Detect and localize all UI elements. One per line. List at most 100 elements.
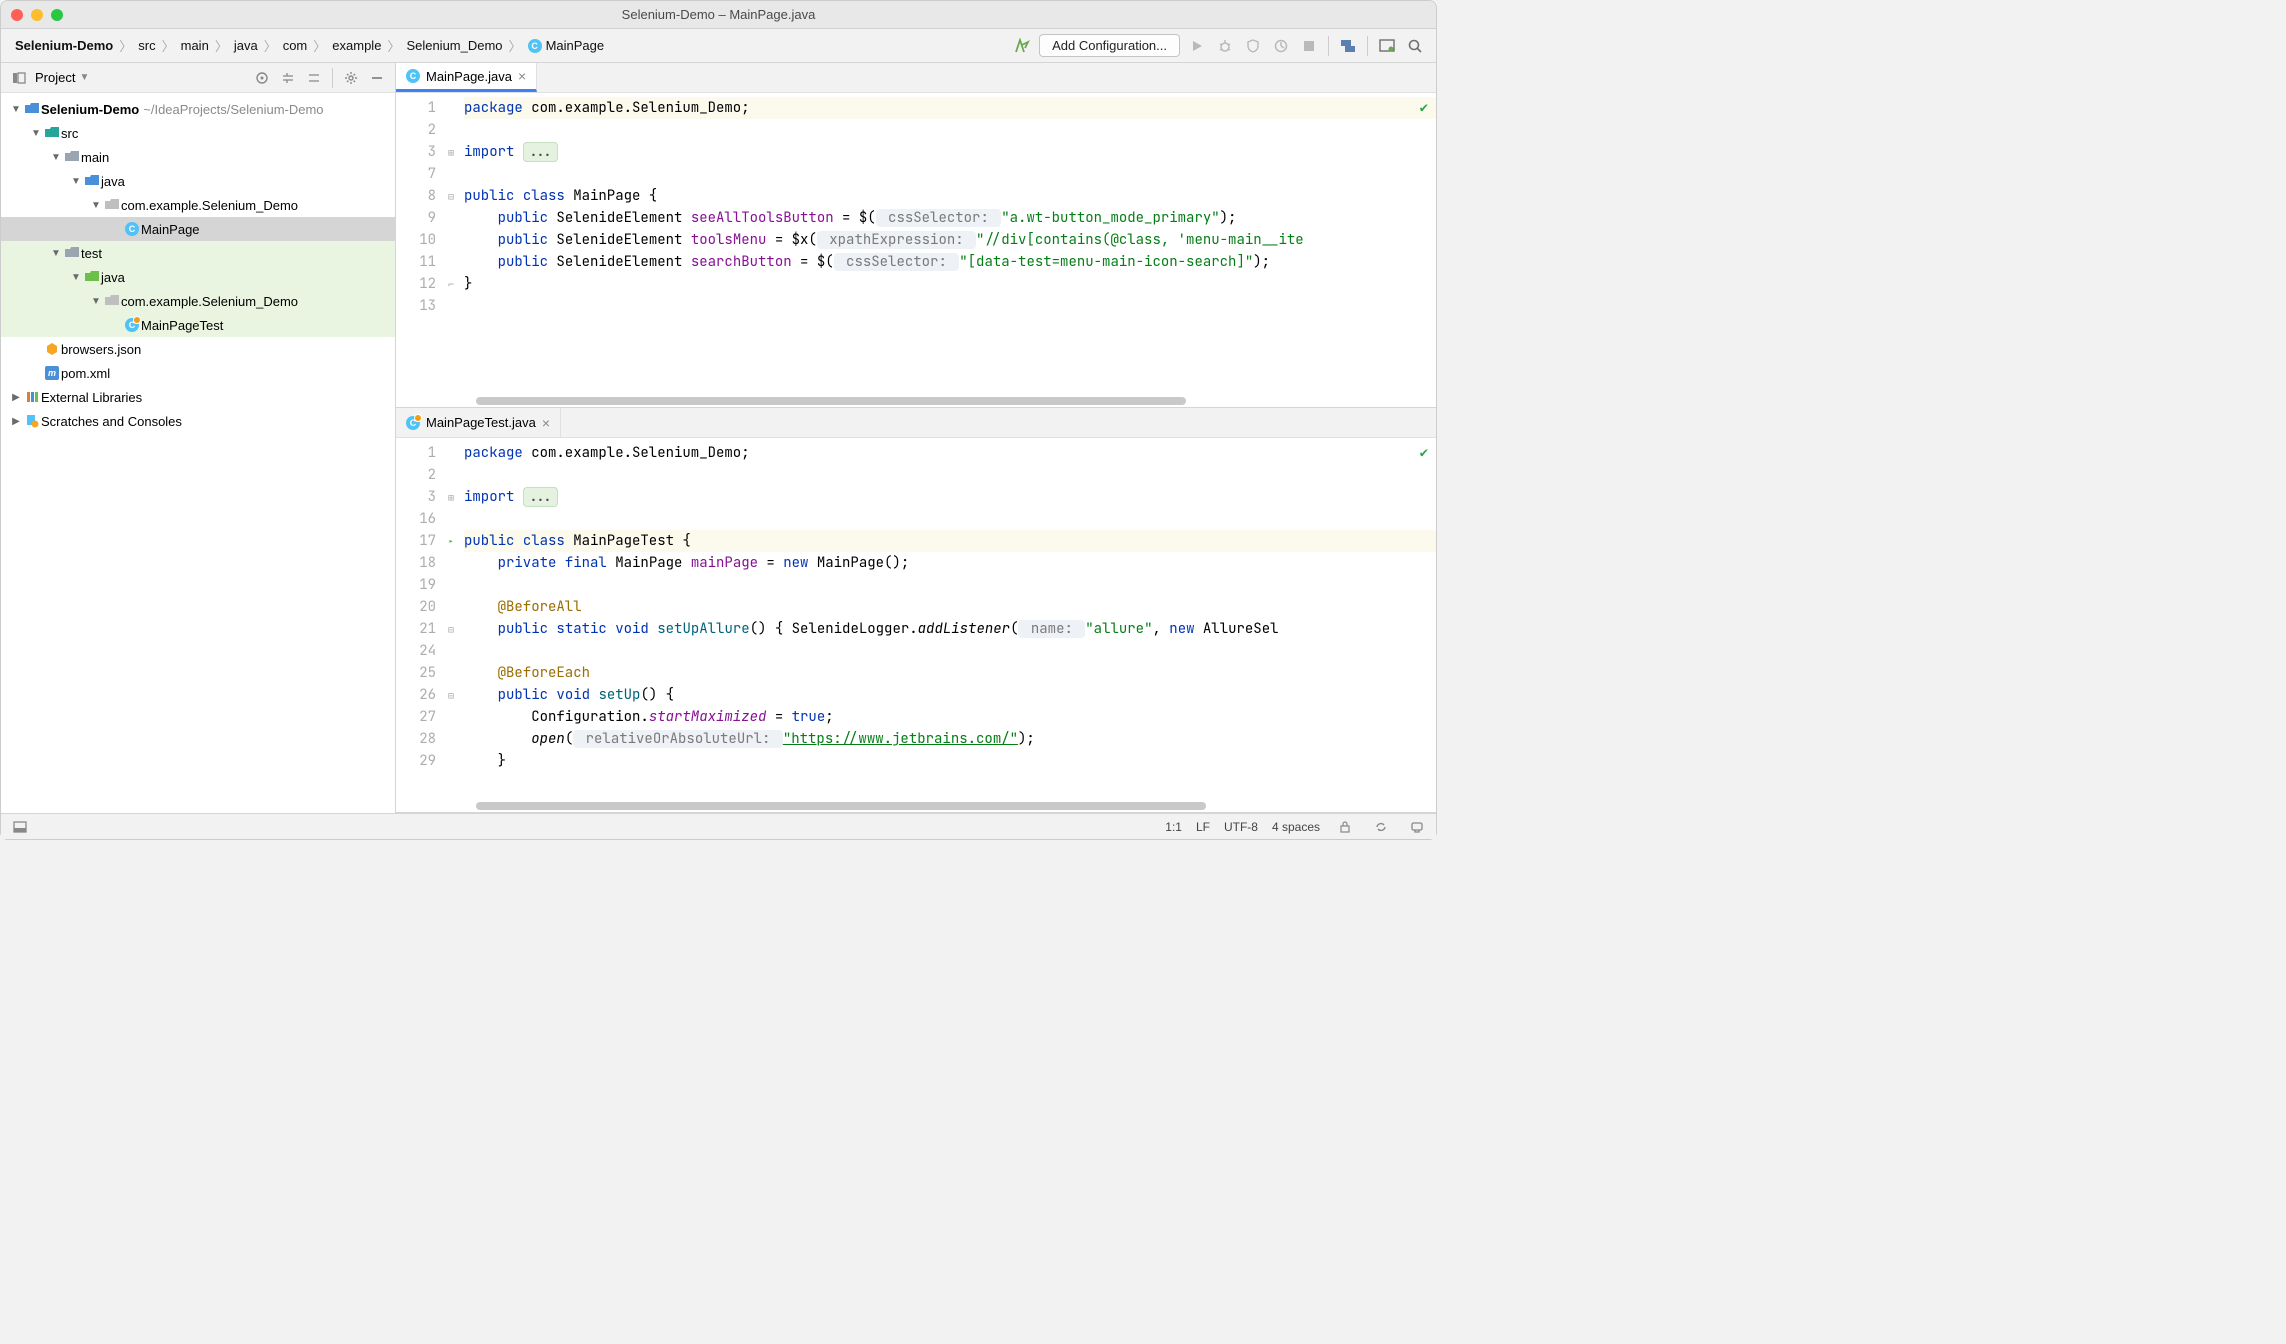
maximize-window-button[interactable] bbox=[51, 9, 63, 21]
breadcrumb-item[interactable]: Selenium_Demo bbox=[402, 36, 506, 55]
project-toolwindow-title[interactable]: Project ▼ bbox=[35, 70, 246, 85]
code-editor[interactable]: ✔ 1 2 3 7 8 9 10 11 12 13 ⊞ ⊟ bbox=[396, 93, 1436, 395]
chevron-right-icon: 〉 bbox=[119, 36, 132, 55]
expand-all-icon[interactable] bbox=[278, 68, 298, 88]
inspection-ok-icon[interactable]: ✔ bbox=[1420, 444, 1428, 462]
chevron-down-icon[interactable]: ▼ bbox=[49, 152, 63, 163]
code-content[interactable]: package com.example.Selenium_Demo; impor… bbox=[458, 93, 1436, 395]
build-icon[interactable] bbox=[1011, 35, 1033, 57]
debug-icon[interactable] bbox=[1214, 35, 1236, 57]
chevron-right-icon[interactable]: ▶ bbox=[9, 416, 23, 427]
tree-item-pom[interactable]: m pom.xml bbox=[1, 361, 395, 385]
java-class-icon: C bbox=[123, 222, 141, 236]
chevron-right-icon[interactable]: ▶ bbox=[9, 392, 23, 403]
chevron-down-icon[interactable]: ▼ bbox=[9, 104, 23, 115]
chevron-right-icon: 〉 bbox=[313, 36, 326, 55]
fold-column[interactable]: ⊞ ⊟ ⌐ bbox=[444, 93, 458, 395]
tree-item-scratches[interactable]: ▶ Scratches and Consoles bbox=[1, 409, 395, 433]
close-icon[interactable]: × bbox=[542, 415, 550, 431]
code-editor[interactable]: ✔ 1 2 3 16 17 18 19 20 21 24 25 26 27 28 bbox=[396, 438, 1436, 800]
toolwindow-icon[interactable] bbox=[9, 816, 31, 838]
chevron-right-icon: 〉 bbox=[215, 36, 228, 55]
inspection-ok-icon[interactable]: ✔ bbox=[1420, 99, 1428, 117]
fold-expand-icon[interactable]: ⊞ bbox=[444, 141, 458, 163]
file-encoding[interactable]: UTF-8 bbox=[1224, 820, 1258, 834]
project-view-icon[interactable] bbox=[9, 68, 29, 88]
minimize-window-button[interactable] bbox=[31, 9, 43, 21]
project-structure-icon[interactable] bbox=[1337, 35, 1359, 57]
line-gutter[interactable]: 1 2 3 16 17 18 19 20 21 24 25 26 27 28 2… bbox=[396, 438, 444, 800]
project-tree[interactable]: ▼ Selenium-Demo ~/IdeaProjects/Selenium-… bbox=[1, 93, 395, 813]
tree-item-src[interactable]: ▼ src bbox=[1, 121, 395, 145]
lock-icon[interactable] bbox=[1334, 816, 1356, 838]
tree-item-test-java[interactable]: ▼ java bbox=[1, 265, 395, 289]
search-icon[interactable] bbox=[1404, 35, 1426, 57]
window-controls bbox=[11, 9, 63, 21]
fold-collapse-icon[interactable]: ⊟ bbox=[444, 618, 458, 640]
code-content[interactable]: package com.example.Selenium_Demo; impor… bbox=[458, 438, 1436, 800]
caret-position[interactable]: 1:1 bbox=[1165, 820, 1182, 834]
breadcrumb: Selenium-Demo 〉 src 〉 main 〉 java 〉 com … bbox=[11, 36, 1007, 55]
chevron-right-icon: 〉 bbox=[387, 36, 400, 55]
chevron-down-icon: ▼ bbox=[79, 72, 89, 83]
chevron-down-icon[interactable]: ▼ bbox=[69, 272, 83, 283]
fold-collapse-icon[interactable]: ⊟ bbox=[444, 684, 458, 706]
java-class-icon: C bbox=[123, 318, 141, 332]
window-title: Selenium-Demo – MainPage.java bbox=[622, 7, 816, 22]
breadcrumb-item[interactable]: com bbox=[279, 36, 312, 55]
locate-icon[interactable] bbox=[252, 68, 272, 88]
tree-root[interactable]: ▼ Selenium-Demo ~/IdeaProjects/Selenium-… bbox=[1, 97, 395, 121]
tree-item-main[interactable]: ▼ main bbox=[1, 145, 395, 169]
fold-column[interactable]: ⊞ ▸ ⊟ ⊟ bbox=[444, 438, 458, 800]
collapse-all-icon[interactable] bbox=[304, 68, 324, 88]
fold-end-icon[interactable]: ⌐ bbox=[444, 273, 458, 295]
project-toolwindow-header: Project ▼ bbox=[1, 63, 395, 93]
chevron-down-icon[interactable]: ▼ bbox=[89, 296, 103, 307]
indent-config[interactable]: 4 spaces bbox=[1272, 820, 1320, 834]
tree-item-package[interactable]: ▼ com.example.Selenium_Demo bbox=[1, 193, 395, 217]
line-separator[interactable]: LF bbox=[1196, 820, 1210, 834]
horizontal-scrollbar[interactable] bbox=[396, 800, 1436, 812]
editor-tab[interactable]: C MainPageTest.java × bbox=[396, 408, 561, 437]
breadcrumb-item[interactable]: java bbox=[230, 36, 262, 55]
fold-collapse-icon[interactable]: ⊟ bbox=[444, 185, 458, 207]
tree-item-mainpage[interactable]: C MainPage bbox=[1, 217, 395, 241]
tree-item-java[interactable]: ▼ java bbox=[1, 169, 395, 193]
tree-item-external-libs[interactable]: ▶ External Libraries bbox=[1, 385, 395, 409]
gear-icon[interactable] bbox=[341, 68, 361, 88]
notifications-icon[interactable] bbox=[1406, 816, 1428, 838]
tree-item-mainpagetest[interactable]: C MainPageTest bbox=[1, 313, 395, 337]
run-gutter-icon[interactable]: ▸ bbox=[444, 530, 458, 552]
add-configuration-button[interactable]: Add Configuration... bbox=[1039, 34, 1180, 57]
tab-label: MainPage.java bbox=[426, 69, 512, 84]
fold-expand-icon[interactable]: ⊞ bbox=[444, 486, 458, 508]
line-gutter[interactable]: 1 2 3 7 8 9 10 11 12 13 bbox=[396, 93, 444, 395]
breadcrumb-item[interactable]: example bbox=[328, 36, 385, 55]
sync-icon[interactable] bbox=[1370, 816, 1392, 838]
close-window-button[interactable] bbox=[11, 9, 23, 21]
chevron-down-icon[interactable]: ▼ bbox=[49, 248, 63, 259]
run-icon[interactable] bbox=[1186, 35, 1208, 57]
coverage-icon[interactable] bbox=[1242, 35, 1264, 57]
libraries-icon bbox=[23, 390, 41, 404]
chevron-down-icon[interactable]: ▼ bbox=[69, 176, 83, 187]
tree-path: ~/IdeaProjects/Selenium-Demo bbox=[143, 102, 323, 117]
main-area: Project ▼ ▼ Selenium-Demo ~/IdeaProjects… bbox=[1, 63, 1436, 813]
selenium-icon[interactable] bbox=[1376, 35, 1398, 57]
profile-icon[interactable] bbox=[1270, 35, 1292, 57]
breadcrumb-item[interactable]: C MainPage bbox=[524, 36, 609, 55]
breadcrumb-item[interactable]: src bbox=[134, 36, 159, 55]
java-class-icon: C bbox=[406, 69, 420, 83]
breadcrumb-item[interactable]: Selenium-Demo bbox=[11, 36, 117, 55]
chevron-down-icon[interactable]: ▼ bbox=[29, 128, 43, 139]
close-icon[interactable]: × bbox=[518, 68, 526, 84]
breadcrumb-item[interactable]: main bbox=[177, 36, 213, 55]
tree-item-test[interactable]: ▼ test bbox=[1, 241, 395, 265]
tree-item-browsers-json[interactable]: browsers.json bbox=[1, 337, 395, 361]
horizontal-scrollbar[interactable] bbox=[396, 395, 1436, 407]
chevron-down-icon[interactable]: ▼ bbox=[89, 200, 103, 211]
tree-item-test-package[interactable]: ▼ com.example.Selenium_Demo bbox=[1, 289, 395, 313]
hide-icon[interactable] bbox=[367, 68, 387, 88]
stop-icon[interactable] bbox=[1298, 35, 1320, 57]
editor-tab[interactable]: C MainPage.java × bbox=[396, 63, 537, 92]
